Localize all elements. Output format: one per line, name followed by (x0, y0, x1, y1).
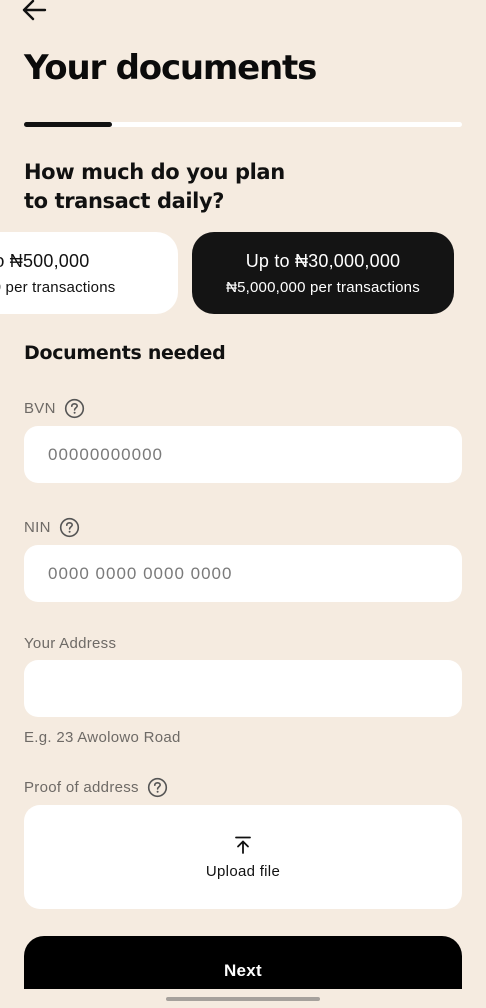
plan-options: Up to ₦500,000 ₦100,000 per transactions… (0, 232, 486, 314)
address-label-row: Your Address (24, 635, 116, 652)
plan-per-transaction: ₦100,000 per transactions (0, 278, 116, 296)
arrow-left-icon (22, 0, 47, 21)
bvn-input[interactable]: 00000000000 (24, 426, 462, 483)
plan-option-30m[interactable]: Up to ₦30,000,000 ₦5,000,000 per transac… (192, 232, 454, 314)
nin-label: NIN (24, 519, 51, 536)
documents-needed-title: Documents needed (24, 342, 226, 364)
upload-file-label: Upload file (205, 862, 281, 880)
proof-label: Proof of address (24, 779, 139, 796)
plan-per-transaction: ₦5,000,000 per transactions (226, 278, 420, 296)
nin-input[interactable]: 0000 0000 0000 0000 (24, 545, 462, 602)
address-input[interactable] (24, 660, 462, 717)
bvn-placeholder: 00000000000 (48, 444, 164, 464)
daily-transaction-question: How much do you plan to transact daily? (24, 160, 285, 213)
back-button[interactable] (18, 0, 50, 26)
next-button-label: Next (223, 961, 263, 980)
bvn-label-row: BVN (24, 398, 85, 419)
nin-label-row: NIN (24, 517, 80, 538)
question-circle-icon[interactable] (147, 777, 168, 798)
upload-icon (235, 836, 251, 854)
page-title: Your documents (24, 48, 317, 88)
plan-amount: Up to ₦30,000,000 (245, 250, 401, 271)
question-circle-icon[interactable] (64, 398, 85, 419)
nin-placeholder: 0000 0000 0000 0000 (48, 563, 233, 583)
address-hint: E.g. 23 Awolowo Road (24, 729, 181, 746)
proof-label-row: Proof of address (24, 777, 168, 798)
address-label: Your Address (24, 635, 117, 652)
home-indicator[interactable] (166, 997, 320, 1001)
plan-amount: Up to ₦500,000 (0, 250, 90, 271)
progress-fill (24, 122, 112, 127)
bvn-label: BVN (24, 400, 56, 417)
upload-file-button[interactable]: Upload file (24, 805, 462, 909)
question-circle-icon[interactable] (59, 517, 80, 538)
plan-option-500k[interactable]: Up to ₦500,000 ₦100,000 per transactions (0, 232, 178, 314)
